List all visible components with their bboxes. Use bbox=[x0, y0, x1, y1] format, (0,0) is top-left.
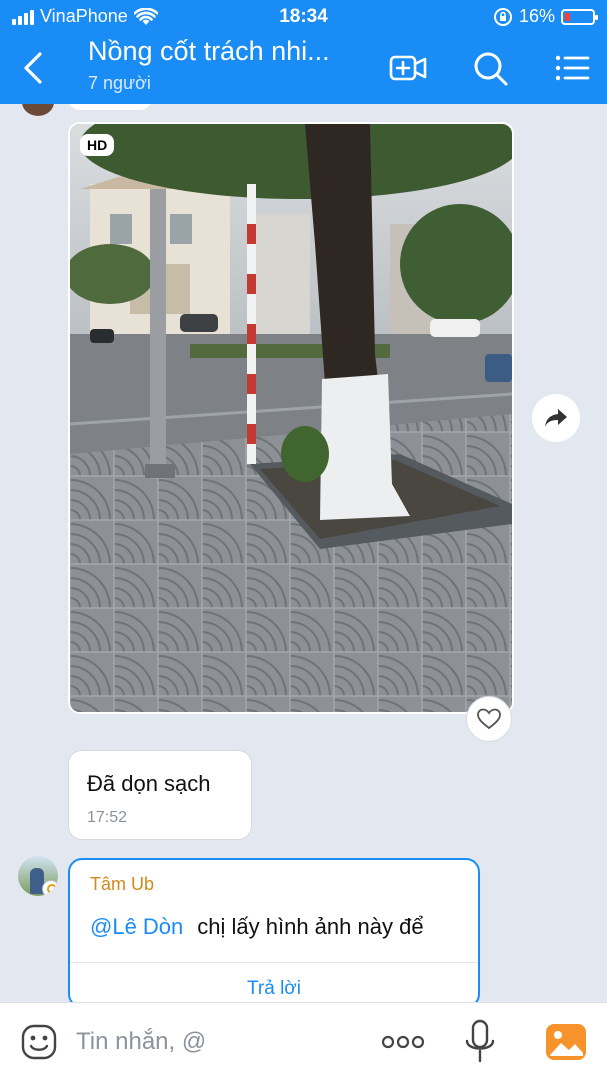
reply-button[interactable]: Trả lời bbox=[70, 978, 478, 1000]
message-body-text: chị lấy hình ảnh này để bbox=[197, 914, 424, 939]
divider bbox=[70, 962, 478, 963]
message-time: 17:52 bbox=[87, 809, 128, 826]
battery-percent: 16% bbox=[518, 6, 555, 26]
chat-title-area[interactable]: Nồng cốt trách nhi... 7 người bbox=[88, 36, 368, 94]
top-bar: VinaPhone 18:34 16% Nồng cốt trách nhi..… bbox=[0, 0, 607, 104]
chat-title: Nồng cốt trách nhi... bbox=[88, 36, 330, 66]
message-bubble[interactable]: Đã dọn sạch 17:52 bbox=[68, 750, 252, 840]
sender-name[interactable]: Tâm Ub bbox=[90, 874, 154, 895]
message-input-bar bbox=[0, 1002, 607, 1080]
hd-badge: HD bbox=[80, 134, 115, 156]
status-right: 16% bbox=[493, 6, 598, 27]
share-button[interactable] bbox=[532, 394, 580, 442]
video-call-icon[interactable] bbox=[388, 48, 428, 88]
message-text: @Lê Dòn chị lấy hình ảnh này để bbox=[90, 914, 424, 940]
search-icon[interactable] bbox=[470, 48, 510, 88]
back-icon[interactable] bbox=[18, 48, 52, 88]
avatar[interactable] bbox=[22, 104, 54, 116]
reply-message-bubble[interactable]: Tâm Ub @Lê Dòn chị lấy hình ảnh này để Tr… bbox=[68, 858, 480, 1002]
member-count: 7 người bbox=[88, 73, 151, 93]
message-list[interactable]: HD Đã dọn sạch 17:52 Tâm Ub @Lê Dòn chị l… bbox=[0, 104, 607, 1002]
status-bar: VinaPhone 18:34 16% bbox=[0, 0, 607, 34]
message-input[interactable] bbox=[76, 1021, 356, 1063]
mic-icon[interactable] bbox=[464, 1019, 496, 1065]
battery-icon bbox=[561, 8, 598, 25]
key-icon bbox=[42, 880, 58, 896]
message-bubble[interactable] bbox=[68, 104, 152, 110]
gallery-icon[interactable] bbox=[545, 1023, 587, 1061]
chat-header: Nồng cốt trách nhi... 7 người bbox=[0, 34, 607, 104]
avatar[interactable] bbox=[18, 856, 58, 896]
lock-rotation-icon bbox=[493, 7, 512, 26]
emoji-icon[interactable] bbox=[20, 1023, 58, 1061]
more-icon[interactable] bbox=[380, 1027, 426, 1057]
photo-message[interactable]: HD bbox=[68, 122, 514, 714]
menu-icon[interactable] bbox=[552, 48, 592, 88]
like-button[interactable] bbox=[466, 696, 512, 742]
message-text: Đã dọn sạch bbox=[87, 771, 211, 796]
heart-icon bbox=[477, 708, 501, 730]
mention-link[interactable]: @Lê Dòn bbox=[90, 914, 183, 939]
street-photo bbox=[70, 124, 512, 712]
share-icon bbox=[545, 409, 567, 427]
